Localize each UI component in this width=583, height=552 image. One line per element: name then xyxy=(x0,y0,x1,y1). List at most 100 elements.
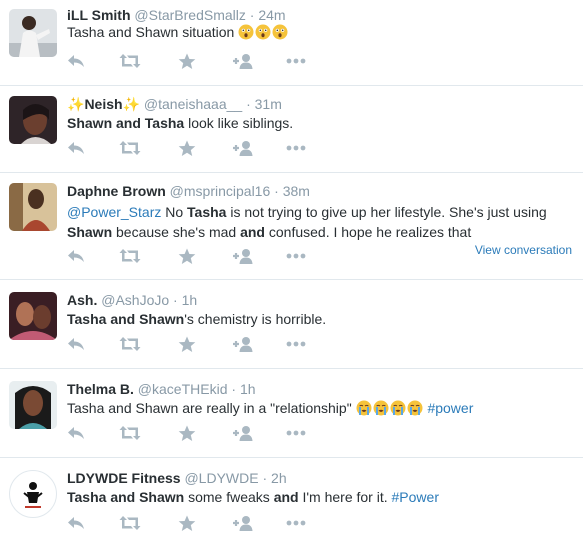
retweet-icon[interactable] xyxy=(119,140,141,158)
user-handle[interactable]: @taneishaaa__ xyxy=(144,96,242,112)
tweet-text: @Power_Starz No Tasha is not trying to g… xyxy=(67,202,575,242)
mention-link[interactable]: @Power_Starz xyxy=(67,204,161,220)
timestamp[interactable]: 1h xyxy=(182,292,198,308)
retweet-icon[interactable] xyxy=(119,53,141,71)
user-name[interactable]: LDYWDE Fitness xyxy=(67,470,181,486)
more-icon[interactable] xyxy=(286,515,308,533)
tweet-neish[interactable]: ✨Neish✨ @taneishaaa__ · 31m Shawn and Ta… xyxy=(0,86,583,173)
more-icon[interactable] xyxy=(286,53,308,71)
tweet-ill-smith[interactable]: iLL Smith @StarBredSmallz · 24m Tasha an… xyxy=(0,0,583,86)
tweet-daphne-brown[interactable]: Daphne Brown @msprincipal16 · 38m @Power… xyxy=(0,173,583,280)
tweet-header: ✨Neish✨ @taneishaaa__ · 31m xyxy=(67,95,282,113)
tweet-header: LDYWDE Fitness @LDYWDE · 2h xyxy=(67,469,287,487)
avatar[interactable] xyxy=(9,470,57,518)
user-handle[interactable]: @StarBredSmallz xyxy=(134,7,245,23)
timestamp[interactable]: 2h xyxy=(271,470,287,486)
tweet-thelma-b[interactable]: Thelma B. @kaceTHEkid · 1h Tasha and Sha… xyxy=(0,369,583,458)
user-handle[interactable]: @LDYWDE xyxy=(184,470,258,486)
user-handle[interactable]: @kaceTHEkid xyxy=(138,381,228,397)
avatar[interactable] xyxy=(9,292,57,340)
timestamp[interactable]: 1h xyxy=(240,381,256,397)
text-segment: No xyxy=(161,204,188,220)
text-segment: and xyxy=(240,224,265,240)
retweet-icon[interactable] xyxy=(119,515,141,533)
user-name[interactable]: iLL Smith xyxy=(67,7,131,23)
name-sparkle: ✨ xyxy=(122,96,140,112)
sob-emoji-icon xyxy=(390,400,407,416)
favorite-icon[interactable] xyxy=(178,140,200,158)
hashtag-link[interactable]: #Power xyxy=(392,489,439,505)
follow-icon[interactable] xyxy=(232,140,254,158)
reply-icon[interactable] xyxy=(67,425,89,443)
separator-dot: · xyxy=(262,470,268,486)
user-name[interactable]: Thelma B. xyxy=(67,381,134,397)
timestamp[interactable]: 31m xyxy=(255,96,282,112)
user-handle[interactable]: @AshJoJo xyxy=(101,292,169,308)
hashtag-link[interactable]: #power xyxy=(427,400,473,416)
favorite-icon[interactable] xyxy=(178,515,200,533)
avatar[interactable] xyxy=(9,381,57,429)
tweet-header: Ash. @AshJoJo · 1h xyxy=(67,291,197,309)
text-segment: Shawn and Tasha xyxy=(67,115,185,131)
follow-icon[interactable] xyxy=(232,53,254,71)
separator-dot: · xyxy=(173,292,178,308)
text-segment: Tasha and Shawn are really in a "relatio… xyxy=(67,400,356,416)
sob-emoji-icon xyxy=(356,400,373,416)
retweet-icon[interactable] xyxy=(119,336,141,354)
favorite-icon[interactable] xyxy=(178,425,200,443)
sob-emoji-icon xyxy=(407,400,424,416)
reply-icon[interactable] xyxy=(67,53,89,71)
follow-icon[interactable] xyxy=(232,336,254,354)
avatar[interactable] xyxy=(9,96,57,144)
text-segment: Tasha xyxy=(187,204,227,220)
reply-icon[interactable] xyxy=(67,248,89,266)
tweet-ldywde-fitness[interactable]: LDYWDE Fitness @LDYWDE · 2h Tasha and Sh… xyxy=(0,458,583,552)
text-segment: 's chemistry is horrible. xyxy=(184,311,327,327)
astonished-emoji-icon xyxy=(255,24,272,40)
timestamp[interactable]: 24m xyxy=(258,7,285,23)
retweet-icon[interactable] xyxy=(119,425,141,443)
avatar[interactable] xyxy=(9,183,57,231)
tweet-ash[interactable]: Ash. @AshJoJo · 1h Tasha and Shawn's che… xyxy=(0,280,583,369)
follow-icon[interactable] xyxy=(232,425,254,443)
name-sparkle: ✨ xyxy=(67,96,85,112)
favorite-icon[interactable] xyxy=(178,248,200,266)
follow-icon[interactable] xyxy=(232,515,254,533)
view-conversation-link[interactable]: View conversation xyxy=(475,243,572,257)
text-segment: because she's mad xyxy=(112,224,241,240)
timestamp[interactable]: 38m xyxy=(283,183,310,199)
text-segment: Shawn xyxy=(67,224,113,240)
astonished-emoji-icon xyxy=(238,24,255,40)
follow-icon[interactable] xyxy=(232,248,254,266)
tweet-text: Shawn and Tasha look like siblings. xyxy=(67,113,575,133)
tweet-text: Tasha and Shawn are really in a "relatio… xyxy=(67,398,575,418)
tweet-text: Tasha and Shawn some fweaks and I'm here… xyxy=(67,487,575,507)
avatar[interactable] xyxy=(9,9,57,57)
text-segment: confused. I hope he realizes that xyxy=(264,224,472,240)
separator-dot: · xyxy=(246,96,251,112)
reply-icon[interactable] xyxy=(67,140,89,158)
text-segment: Tasha and Shawn xyxy=(67,489,185,505)
more-icon[interactable] xyxy=(286,336,308,354)
user-name[interactable]: Ash. xyxy=(67,292,97,308)
text-segment: some fweaks xyxy=(184,489,274,505)
separator-dot: · xyxy=(274,183,279,199)
text-segment: Tasha and Shawn situation xyxy=(67,24,239,40)
more-icon[interactable] xyxy=(286,425,308,443)
reply-icon[interactable] xyxy=(67,336,89,354)
favorite-icon[interactable] xyxy=(178,53,200,71)
text-segment: Tasha and Shawn xyxy=(67,311,185,327)
favorite-icon[interactable] xyxy=(178,336,200,354)
separator-dot: · xyxy=(249,7,255,23)
more-icon[interactable] xyxy=(286,248,308,266)
user-handle[interactable]: @msprincipal16 xyxy=(170,183,271,199)
text-segment: and xyxy=(273,489,299,505)
text-segment: look like siblings. xyxy=(184,115,294,131)
tweet-header: Thelma B. @kaceTHEkid · 1h xyxy=(67,380,256,398)
user-name[interactable]: Neish xyxy=(84,96,122,112)
more-icon[interactable] xyxy=(286,140,308,158)
tweet-text: Tasha and Shawn situation xyxy=(67,22,575,42)
user-name[interactable]: Daphne Brown xyxy=(67,183,166,199)
retweet-icon[interactable] xyxy=(119,248,141,266)
reply-icon[interactable] xyxy=(67,515,89,533)
